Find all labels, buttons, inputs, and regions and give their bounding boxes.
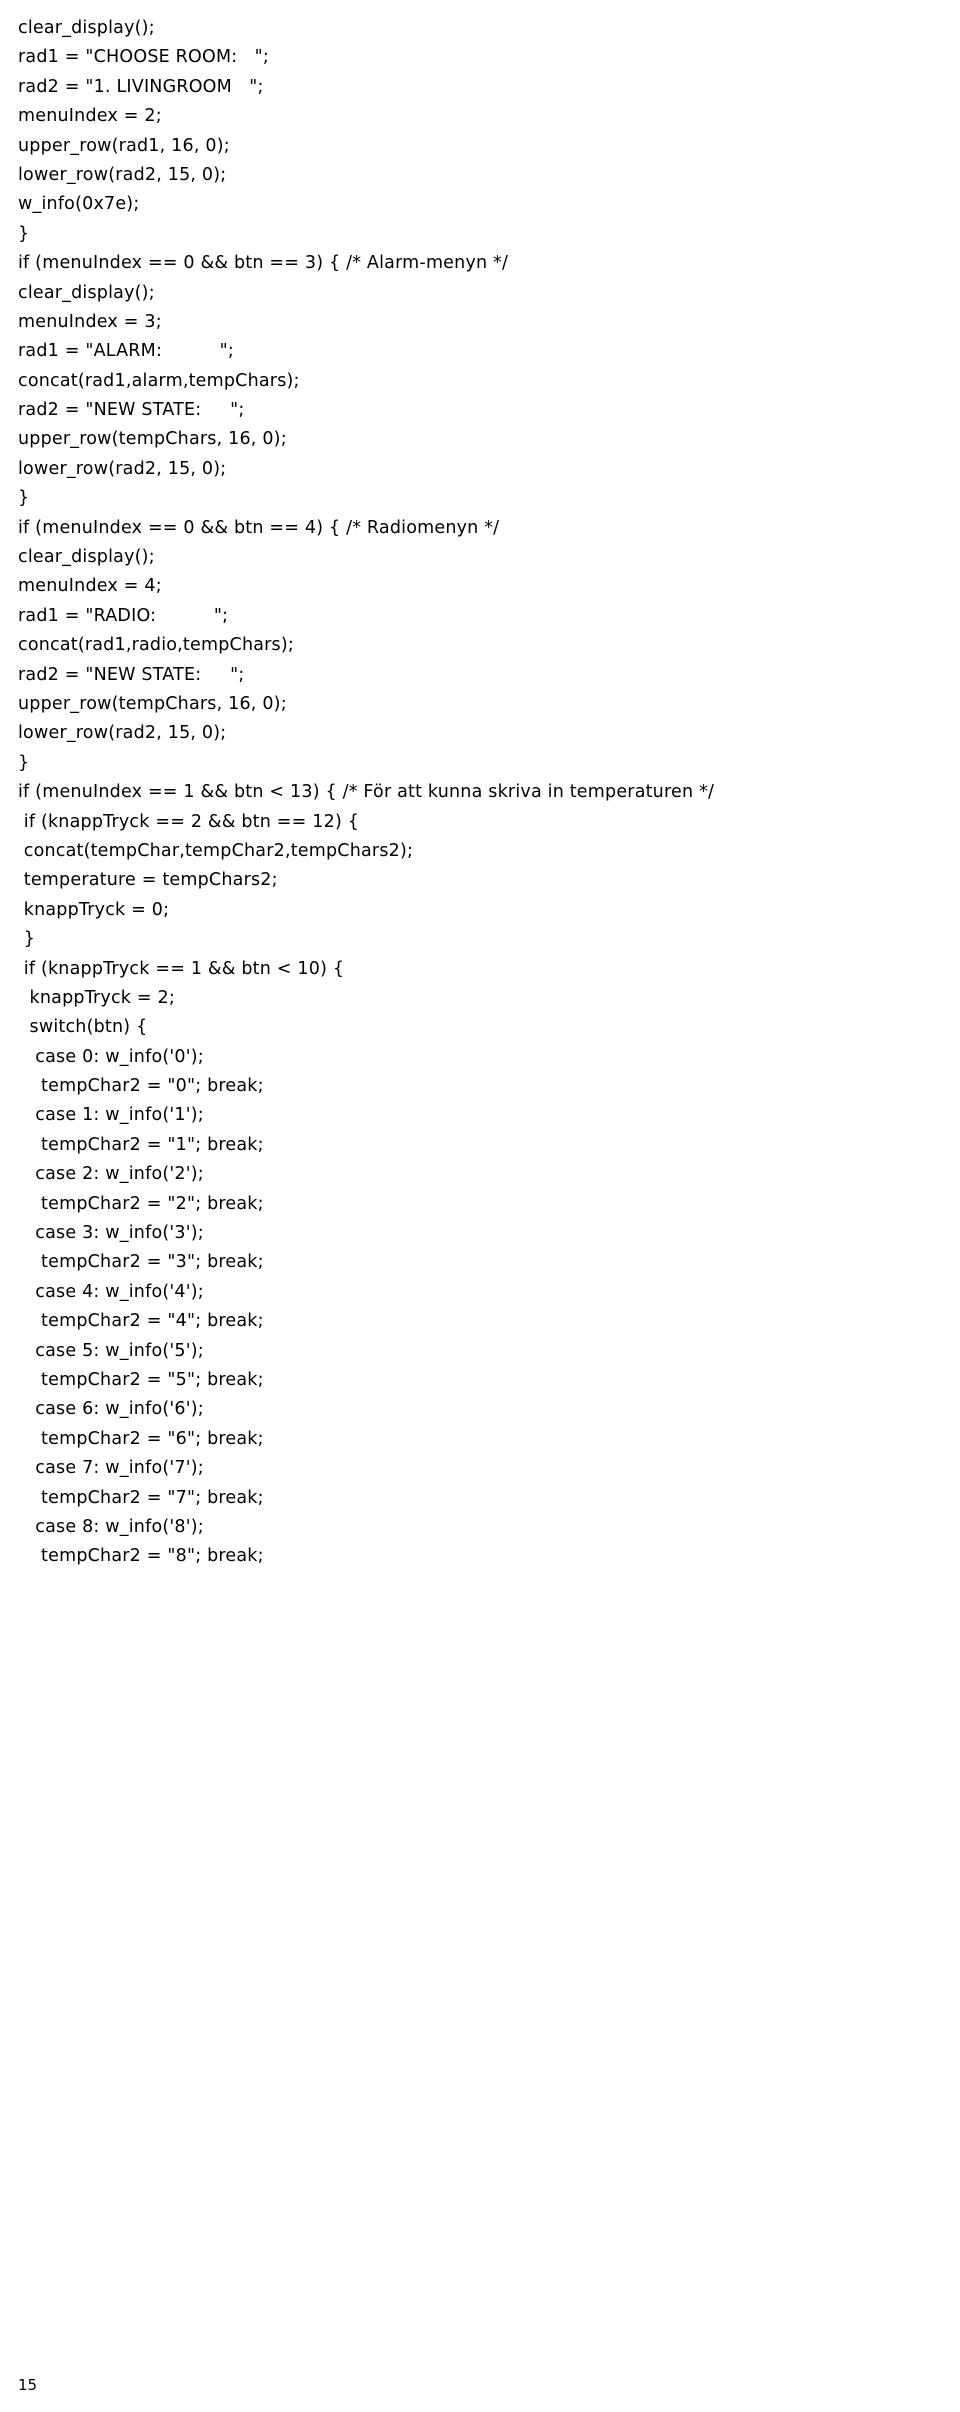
code-line: rad2 = "1. LIVINGROOM "; [18,73,960,102]
code-block: clear_display(); rad1 = "CHOOSE ROOM: ";… [18,14,960,1572]
code-line: case 7: w_info('7'); [18,1454,960,1483]
code-line: rad1 = "CHOOSE ROOM: "; [18,43,960,72]
code-line: tempChar2 = "7"; break; [18,1484,960,1513]
code-line: concat(rad1,radio,tempChars); [18,631,960,660]
code-line: menuIndex = 2; [18,102,960,131]
page-number: 15 [18,2373,37,2398]
code-line: } [18,749,960,778]
code-line: upper_row(rad1, 16, 0); [18,132,960,161]
code-line: case 0: w_info('0'); [18,1043,960,1072]
code-line: switch(btn) { [18,1013,960,1042]
code-line: rad2 = "NEW STATE: "; [18,396,960,425]
code-line: clear_display(); [18,279,960,308]
code-line: knappTryck = 2; [18,984,960,1013]
code-line: knappTryck = 0; [18,896,960,925]
code-line: tempChar2 = "5"; break; [18,1366,960,1395]
code-line: concat(tempChar,tempChar2,tempChars2); [18,837,960,866]
code-line: rad1 = "ALARM: "; [18,337,960,366]
code-line: clear_display(); [18,14,960,43]
code-line: menuIndex = 4; [18,572,960,601]
code-line: tempChar2 = "1"; break; [18,1131,960,1160]
code-line: tempChar2 = "4"; break; [18,1307,960,1336]
code-line: tempChar2 = "6"; break; [18,1425,960,1454]
code-line: upper_row(tempChars, 16, 0); [18,425,960,454]
code-line: case 8: w_info('8'); [18,1513,960,1542]
code-line: case 4: w_info('4'); [18,1278,960,1307]
code-line: case 6: w_info('6'); [18,1395,960,1424]
code-line: case 2: w_info('2'); [18,1160,960,1189]
code-line: } [18,925,960,954]
code-line: if (knappTryck == 2 && btn == 12) { [18,808,960,837]
code-line: lower_row(rad2, 15, 0); [18,455,960,484]
code-line: } [18,220,960,249]
code-line: w_info(0x7e); [18,190,960,219]
code-line: tempChar2 = "3"; break; [18,1248,960,1277]
document-page: clear_display(); rad1 = "CHOOSE ROOM: ";… [0,0,960,2412]
code-line: case 3: w_info('3'); [18,1219,960,1248]
code-line: lower_row(rad2, 15, 0); [18,719,960,748]
code-line: if (menuIndex == 0 && btn == 4) { /* Rad… [18,514,960,543]
code-line: upper_row(tempChars, 16, 0); [18,690,960,719]
code-line: tempChar2 = "0"; break; [18,1072,960,1101]
code-line: concat(rad1,alarm,tempChars); [18,367,960,396]
code-line: rad2 = "NEW STATE: "; [18,661,960,690]
code-line: case 1: w_info('1'); [18,1101,960,1130]
code-line: temperature = tempChars2; [18,866,960,895]
code-line: tempChar2 = "8"; break; [18,1542,960,1571]
code-line: if (menuIndex == 1 && btn < 13) { /* För… [18,778,960,807]
code-line: clear_display(); [18,543,960,572]
code-line: } [18,484,960,513]
code-line: if (menuIndex == 0 && btn == 3) { /* Ala… [18,249,960,278]
code-line: case 5: w_info('5'); [18,1337,960,1366]
code-line: menuIndex = 3; [18,308,960,337]
code-line: lower_row(rad2, 15, 0); [18,161,960,190]
code-line: rad1 = "RADIO: "; [18,602,960,631]
code-line: if (knappTryck == 1 && btn < 10) { [18,955,960,984]
code-line: tempChar2 = "2"; break; [18,1190,960,1219]
